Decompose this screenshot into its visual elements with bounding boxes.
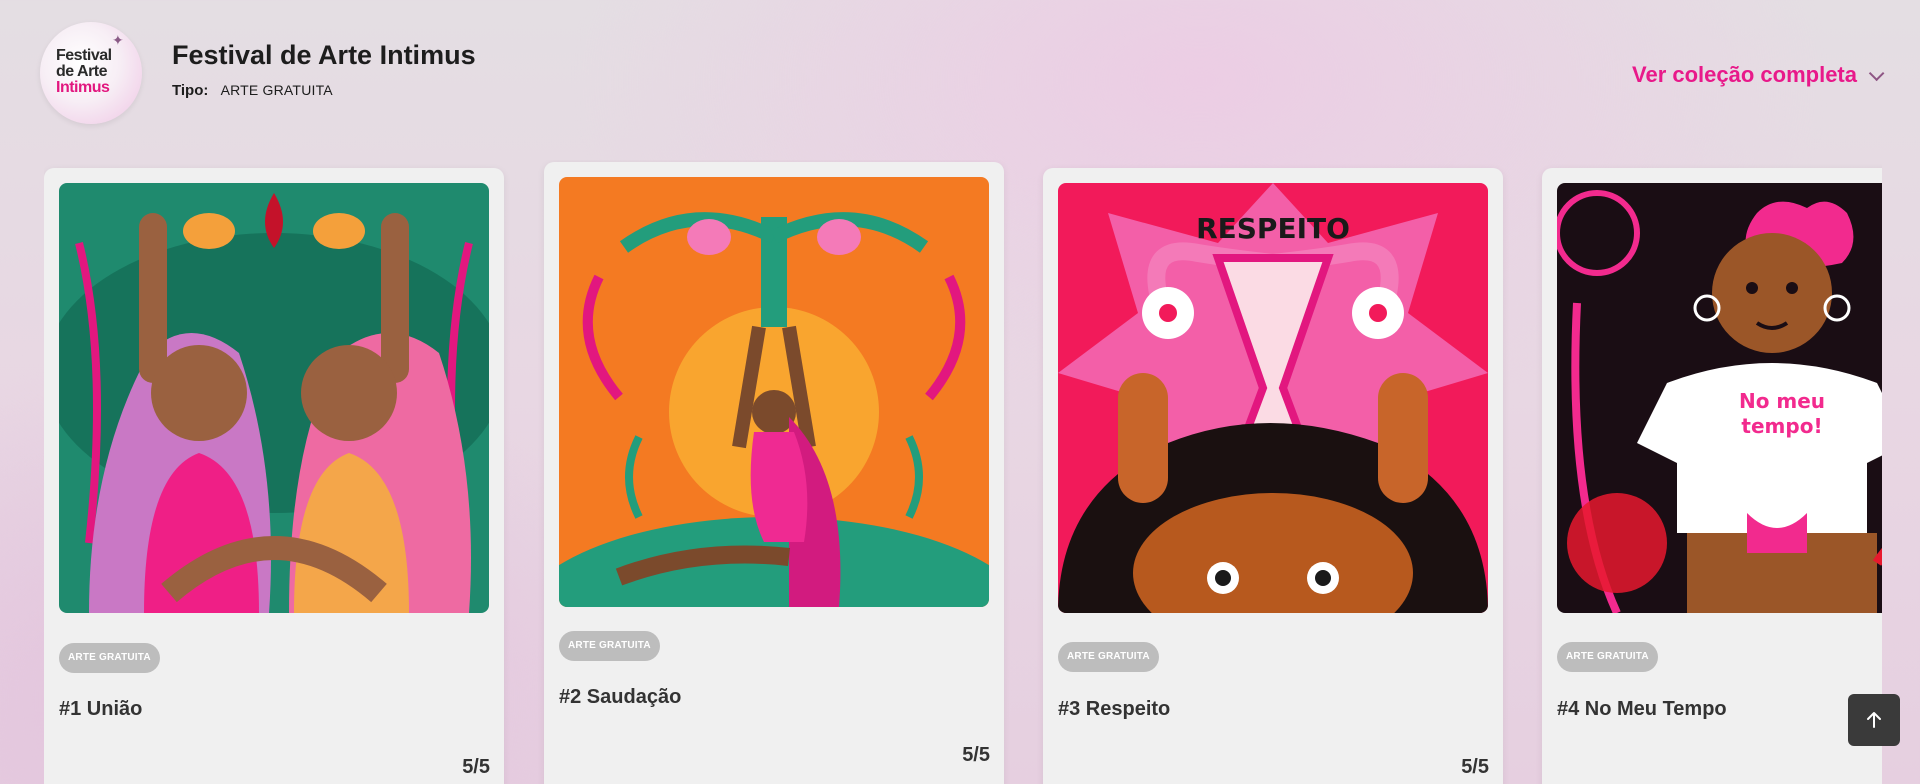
logo-line-2: de Arte [56, 63, 108, 80]
scroll-to-top-button[interactable] [1848, 694, 1900, 746]
type-value: ARTE GRATUITA [220, 82, 333, 98]
view-full-collection-label: Ver coleção completa [1632, 62, 1857, 87]
artwork-rating: 5/5 [962, 744, 990, 766]
logo-line-1: Festival [56, 47, 112, 64]
art-text-no-meu: No meu [1739, 389, 1825, 413]
artwork-title[interactable]: #2 Saudação [559, 686, 681, 709]
artwork-title[interactable]: #1 União [59, 698, 142, 721]
type-label: Tipo: [172, 82, 209, 99]
chevron-down-icon [1868, 65, 1885, 81]
artwork-carousel: ARTE GRATUITA #1 União 5/5 ARTE GRATUITA… [44, 160, 1882, 784]
collection-title: Festival de Arte Intimus [172, 40, 476, 70]
art-text-tempo: tempo! [1741, 414, 1822, 438]
artwork-card[interactable]: ARTE GRATUITA #1 União 5/5 [44, 168, 504, 784]
artwork-type-badge: ARTE GRATUITA [59, 643, 160, 673]
logo-line-3: Intimus [56, 79, 110, 96]
artwork-type-badge: ARTE GRATUITA [1058, 642, 1159, 672]
artwork-type-badge: ARTE GRATUITA [1557, 642, 1658, 672]
festival-logo[interactable]: ✦ Festival de Arte Intimus [40, 22, 142, 124]
sparkle-icon: ✦ [112, 32, 124, 48]
artwork-card[interactable]: ARTE GRATUITA #2 Saudação 5/5 [544, 162, 1004, 784]
artwork-image[interactable] [59, 183, 489, 613]
artwork-card[interactable]: No meu tempo! ARTE GRATUITA #4 No Meu Te… [1542, 168, 1882, 784]
artwork-image[interactable] [559, 177, 989, 607]
artwork-image[interactable]: No meu tempo! [1557, 183, 1882, 613]
artwork-title[interactable]: #4 No Meu Tempo [1557, 698, 1727, 721]
artwork-rating: 5/5 [1461, 756, 1489, 778]
collection-header: ✦ Festival de Arte Intimus Festival de A… [0, 0, 1920, 150]
artwork-card[interactable]: RESPEITO ARTE GRATUITA #3 Respeito 5/5 [1043, 168, 1503, 784]
artwork-rating: 5/5 [462, 756, 490, 778]
collection-type: Tipo: ARTE GRATUITA [172, 82, 333, 99]
arrow-up-icon [1867, 712, 1881, 728]
artwork-type-badge: ARTE GRATUITA [559, 631, 660, 661]
view-full-collection-button[interactable]: Ver coleção completa [1632, 62, 1885, 88]
artwork-title[interactable]: #3 Respeito [1058, 698, 1170, 721]
art-text-respeito: RESPEITO [1196, 212, 1350, 245]
artwork-image[interactable]: RESPEITO [1058, 183, 1488, 613]
